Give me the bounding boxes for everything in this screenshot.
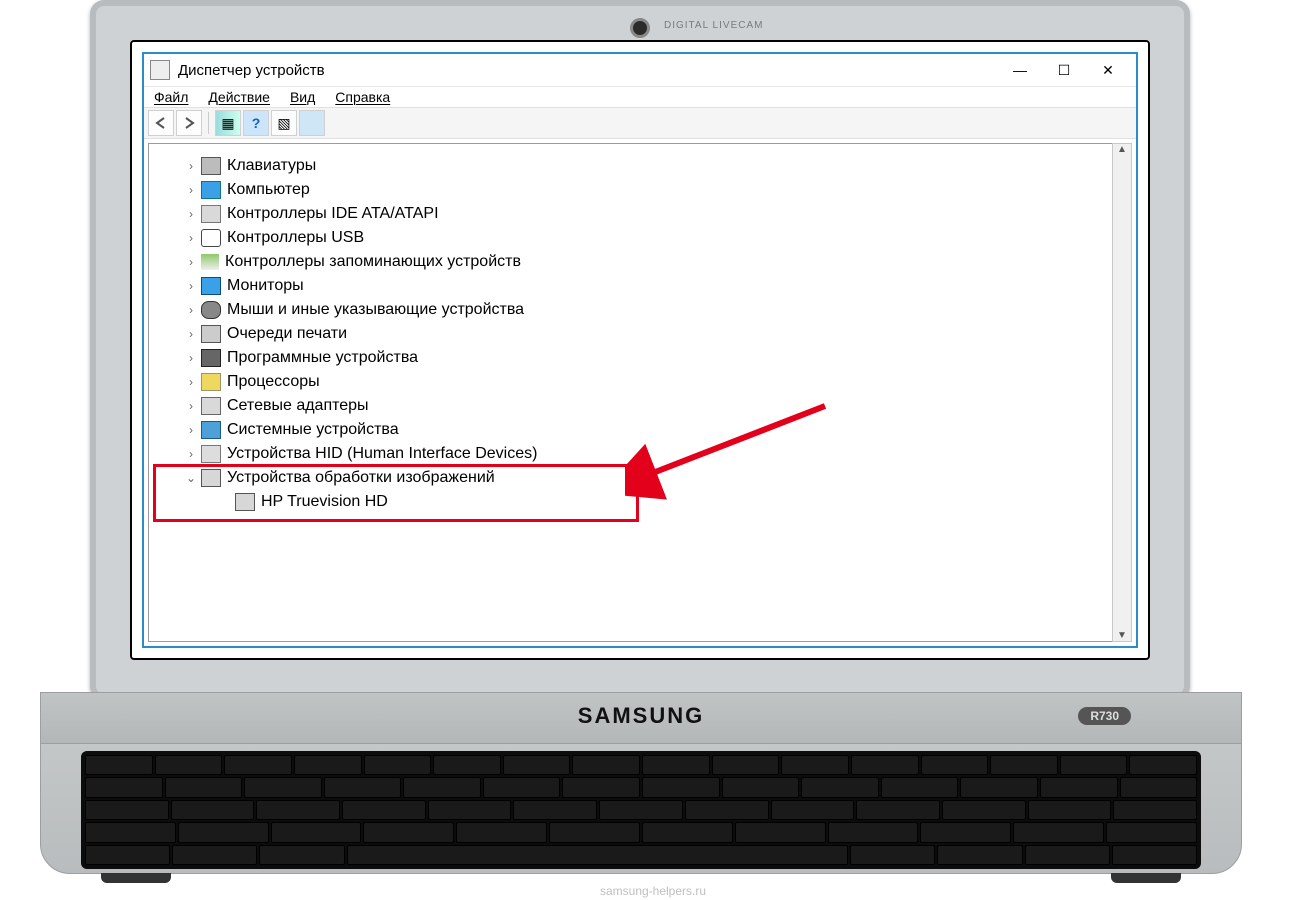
sys-icon [201,421,221,439]
expand-icon[interactable]: › [183,351,199,365]
webcam-icon [630,18,650,38]
device-label: Сетевые адаптеры [227,397,369,415]
forward-button[interactable] [176,110,202,136]
device-category[interactable]: › Сетевые адаптеры [155,394,1107,418]
titlebar: Диспетчер устройств — ☐ ✕ [144,54,1136,87]
show-hide-button[interactable]: ▦ [215,110,241,136]
laptop-base: SAMSUNG R730 [40,692,1242,874]
device-label: Процессоры [227,373,320,391]
mon-icon [201,277,221,295]
watermark: samsung-helpers.ru [600,884,706,898]
menu-action[interactable]: Действие [208,89,270,105]
device-label: HP Truevision HD [261,493,388,511]
cpu-icon [201,373,221,391]
scan-button[interactable]: ▧ [271,110,297,136]
print-icon [201,325,221,343]
device-label: Контроллеры IDE ATA/ATAPI [227,205,439,223]
device-category[interactable]: › Контроллеры USB [155,226,1107,250]
expand-icon[interactable]: › [183,327,199,341]
ide-icon [201,205,221,223]
expand-icon[interactable]: › [183,207,199,221]
device-label: Мыши и иные указывающие устройства [227,301,524,319]
device-category[interactable]: › Контроллеры запоминающих устройств [155,250,1107,274]
collapse-icon[interactable]: ⌄ [183,471,199,485]
help-button[interactable]: ? [243,110,269,136]
device-category[interactable]: › Клавиатуры [155,154,1107,178]
cam-icon [201,469,221,487]
expand-icon[interactable]: › [183,159,199,173]
device-category[interactable]: ⌄ Устройства обработки изображений [155,466,1107,490]
window-title: Диспетчер устройств [178,62,325,79]
expand-icon[interactable]: › [183,303,199,317]
expand-icon[interactable]: › [183,399,199,413]
device-category[interactable]: › Процессоры [155,370,1107,394]
menu-view[interactable]: Вид [290,89,315,105]
toolbar: ▦ ? ▧ [144,107,1136,139]
expand-icon[interactable]: › [183,447,199,461]
menubar: Файл Действие Вид Справка [144,87,1136,107]
laptop-lid: DIGITAL LIVECAM Диспетчер устройств — ☐ … [90,0,1190,700]
device-label: Устройства HID (Human Interface Devices) [227,445,537,463]
properties-button[interactable] [299,110,325,136]
prog-icon [201,349,221,367]
usb-icon [201,229,221,247]
expand-icon[interactable]: › [183,423,199,437]
model-badge: R730 [1078,707,1131,725]
maximize-button[interactable]: ☐ [1042,55,1086,85]
menu-file[interactable]: Файл [154,89,188,105]
device-label: Контроллеры USB [227,229,364,247]
keyboard-icon [201,157,221,175]
device-item[interactable]: HP Truevision HD [155,490,1107,514]
device-label: Программные устройства [227,349,418,367]
expand-icon[interactable]: › [183,231,199,245]
net-icon [201,397,221,415]
brand-label: SAMSUNG [578,703,704,729]
device-category[interactable]: › Контроллеры IDE ATA/ATAPI [155,202,1107,226]
monitor-icon [201,181,221,199]
device-tree[interactable]: › Клавиатуры › Компьютер › Контроллеры IDE AT… [148,143,1114,642]
device-manager-window: Диспетчер устройств — ☐ ✕ Файл Действие … [142,52,1138,648]
device-category[interactable]: › Мыши и иные указывающие устройства [155,298,1107,322]
cam-icon [235,493,255,511]
device-category[interactable]: › Мониторы [155,274,1107,298]
vertical-scrollbar[interactable] [1112,143,1132,642]
expand-icon[interactable]: › [183,279,199,293]
device-label: Контроллеры запоминающих устройств [225,253,521,271]
device-category[interactable]: › Программные устройства [155,346,1107,370]
expand-icon[interactable]: › [183,255,199,269]
hid-icon [201,445,221,463]
device-label: Компьютер [227,181,310,199]
device-category[interactable]: › Системные устройства [155,418,1107,442]
app-icon [150,60,170,80]
minimize-button[interactable]: — [998,55,1042,85]
expand-icon[interactable]: › [183,183,199,197]
device-label: Мониторы [227,277,304,295]
device-label: Устройства обработки изображений [227,469,495,487]
device-category[interactable]: › Очереди печати [155,322,1107,346]
device-category[interactable]: › Устройства HID (Human Interface Devices… [155,442,1107,466]
device-category[interactable]: › Компьютер [155,178,1107,202]
expand-icon[interactable]: › [183,375,199,389]
device-label: Очереди печати [227,325,347,343]
close-button[interactable]: ✕ [1086,55,1130,85]
device-label: Системные устройства [227,421,399,439]
menu-help[interactable]: Справка [335,89,390,105]
back-button[interactable] [148,110,174,136]
device-label: Клавиатуры [227,157,316,175]
laptop-screen: Диспетчер устройств — ☐ ✕ Файл Действие … [130,40,1150,660]
keyboard [81,751,1201,869]
mouse-icon [201,301,221,319]
storage-icon [201,254,219,270]
webcam-label: DIGITAL LIVECAM [664,20,763,31]
